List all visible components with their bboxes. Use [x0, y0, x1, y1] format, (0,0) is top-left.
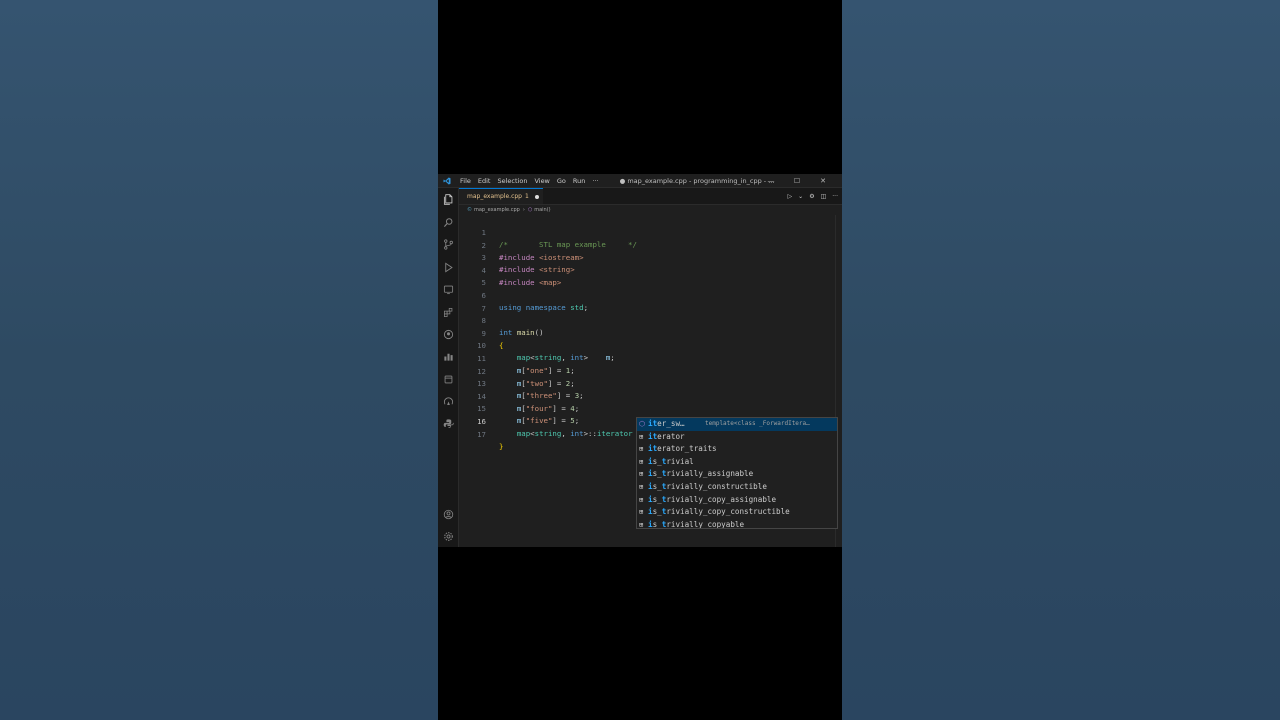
settings-gear-icon[interactable]	[442, 530, 454, 542]
minimize-button[interactable]: —	[758, 177, 784, 185]
class-symbol-icon: ⊞	[639, 482, 644, 491]
punctuation: >::	[583, 429, 597, 438]
code-line: 1 /* STL map example */	[459, 215, 835, 249]
editor-tab-bar: map_example.cpp 1 ▷ ⌄ ⚙ ◫ ···	[459, 188, 842, 205]
menu-more[interactable]: ···	[592, 177, 598, 185]
blurred-background-right	[842, 0, 1280, 720]
more-actions-icon[interactable]: ···	[832, 193, 838, 200]
suggestion-item[interactable]: ⊞ is_trivially_copy_assignable	[637, 494, 837, 507]
code-line: 11 m["one"] = 1;	[459, 341, 835, 375]
punctuation: ,	[561, 429, 571, 438]
remote-explorer-icon[interactable]	[442, 283, 454, 295]
suggestion-item[interactable]: ⊞ is_trivially_assignable	[637, 468, 837, 481]
keyword: int	[570, 429, 584, 438]
chevron-down-icon[interactable]: ⌄	[798, 193, 803, 200]
class-symbol-icon: ⊞	[639, 495, 644, 504]
suggestion-item[interactable]: ⬡ iter_sw… template<class _ForwardItera…	[637, 418, 837, 431]
menu-edit[interactable]: Edit	[478, 177, 491, 185]
chart-icon[interactable]	[442, 350, 454, 362]
suggestion-item[interactable]: ⊞ is_trivially_copy_constructible	[637, 506, 837, 519]
code-line: 4 #include <map>	[459, 253, 835, 287]
breadcrumb-file[interactable]: map_example.cpp	[474, 207, 520, 213]
breadcrumb-symbol[interactable]: main()	[534, 207, 550, 213]
maximize-button[interactable]: ☐	[784, 177, 810, 185]
code-line: 3 #include <string>	[459, 240, 835, 274]
window-title: ● map_example.cpp - programming_in_cpp -…	[619, 176, 775, 185]
line-number: 17	[477, 429, 486, 439]
code-line: 13 m["three"] = 3;	[459, 366, 835, 400]
code-line: 5	[459, 265, 835, 287]
tab-label: map_example.cpp	[467, 193, 522, 200]
menu-run[interactable]: Run	[573, 177, 585, 185]
close-button[interactable]: ✕	[810, 177, 836, 185]
suggestion-item[interactable]: ⊞ is_trivial	[637, 456, 837, 469]
code-line: 14 m["four"] = 4;	[459, 379, 835, 413]
code-line: 8 int main()	[459, 303, 835, 337]
suggestion-item[interactable]: ⊞ iterator_traits	[637, 443, 837, 456]
menu-file[interactable]: File	[460, 177, 471, 185]
suggestion-item[interactable]: ⊞ is_trivially_constructible	[637, 481, 837, 494]
function-symbol-icon: ⬡	[639, 420, 646, 428]
code-line: 9 {	[459, 316, 835, 350]
title-bar: File Edit Selection View Go Run ··· ● ma…	[438, 174, 842, 188]
suggestion-item[interactable]: ⊞ is_trivially_copyable	[637, 519, 837, 529]
blurred-background-left	[0, 0, 438, 720]
class-symbol-icon: ⊞	[639, 470, 644, 479]
class-symbol-icon: ⊞	[639, 457, 644, 466]
code-line: 6 using namespace std;	[459, 278, 835, 312]
class-symbol-icon: ⊞	[639, 508, 644, 517]
class-symbol-icon: ⊞	[639, 445, 644, 454]
type-name: iterator	[596, 429, 633, 438]
tab-problem-badge: 1	[524, 193, 529, 200]
vscode-logo-icon	[443, 177, 451, 184]
breadcrumb-separator: ›	[522, 207, 525, 213]
split-editor-icon[interactable]: ◫	[821, 193, 827, 200]
account-icon[interactable]	[442, 508, 454, 520]
python-icon[interactable]	[442, 417, 454, 429]
suggestion-detail: template<class _ForwardItera…	[705, 420, 810, 427]
class-symbol-icon: ⊞	[639, 432, 644, 441]
function-icon: ⬡	[527, 207, 533, 213]
autocomplete-suggestions[interactable]: ⬡ iter_sw… template<class _ForwardItera… …	[636, 417, 838, 529]
search-icon[interactable]	[442, 216, 454, 228]
unsaved-dot-icon[interactable]	[534, 194, 539, 199]
tab-map-example[interactable]: map_example.cpp 1	[459, 188, 543, 204]
github-icon[interactable]	[442, 328, 454, 340]
type-name: map	[516, 429, 531, 438]
code-line: 7	[459, 291, 835, 313]
menu-view[interactable]: View	[534, 177, 549, 185]
code-line-active: 16 map<string, int>::iterator itr	[459, 404, 835, 439]
files-icon[interactable]	[442, 193, 454, 205]
run-debug-icon[interactable]	[442, 261, 454, 273]
code-line: 2 #include <iostream>	[459, 228, 835, 262]
code-line: 10 map<string, int> m;	[459, 328, 835, 362]
remote-icon[interactable]	[442, 395, 454, 407]
breadcrumb: © map_example.cpp › ⬡ main()	[459, 205, 842, 215]
menu-go[interactable]: Go	[557, 177, 566, 185]
class-symbol-icon: ⊞	[639, 520, 644, 529]
menu-selection[interactable]: Selection	[497, 177, 527, 185]
cpp-file-icon: ©	[467, 207, 472, 213]
code-line: 15 m["five"] = 5;	[459, 391, 835, 425]
source-control-icon[interactable]	[442, 238, 454, 250]
gear-icon[interactable]: ⚙	[809, 193, 814, 200]
run-file-icon[interactable]: ▷	[788, 193, 793, 200]
extensions-icon[interactable]	[442, 306, 454, 318]
database-icon[interactable]	[442, 373, 454, 385]
suggestion-item[interactable]: ⊞ iterator	[637, 431, 837, 444]
code-line: 12 m["two"] = 2;	[459, 354, 835, 388]
type-name: string	[534, 429, 562, 438]
brace: }	[499, 441, 504, 451]
